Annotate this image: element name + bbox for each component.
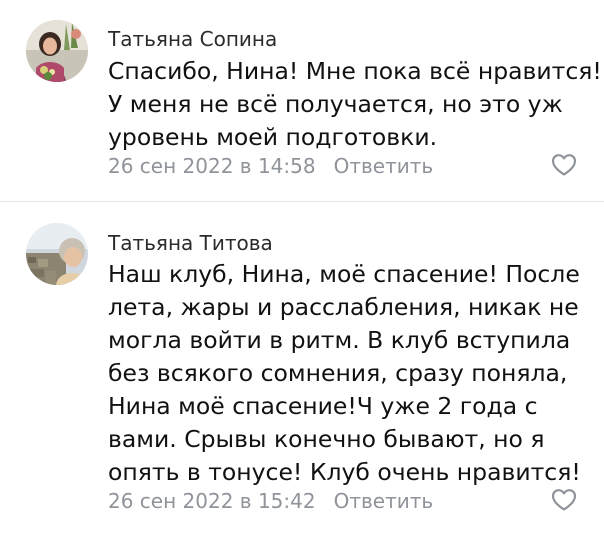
comment: Татьяна Сопина Спасибо, Нина! Мне пока в…	[0, 0, 604, 200]
comment-text-line: У меня не всё получается, но это уж	[108, 90, 563, 118]
comment-text: Наш клуб, Нина, моё спасение! После лета…	[108, 258, 588, 489]
avatar-photo	[26, 20, 88, 82]
comment-author[interactable]: Татьяна Титова	[108, 231, 273, 255]
comment-author[interactable]: Татьяна Сопина	[108, 27, 277, 51]
comment-text: Спасибо, Нина! Мне пока всё нравится! У …	[108, 55, 602, 154]
comment-text-line: опять в тонусе! Клуб очень нравится!	[108, 458, 581, 486]
comment-text-line: уровень моей подготовки.	[108, 123, 438, 151]
avatar[interactable]	[26, 223, 88, 285]
comment-text-line: могла войти в ритм. В клуб вступила	[108, 326, 571, 354]
comment: Татьяна Титова Наш клуб, Нина, моё спасе…	[0, 202, 604, 537]
comment-text-line: Наш клуб, Нина, моё спасение! После	[108, 260, 580, 288]
heart-outline-icon[interactable]	[551, 153, 577, 177]
comment-text-line: Спасибо, Нина! Мне пока всё нравится!	[108, 57, 602, 85]
comment-text-line: вами. Срывы конечно бывают, но я	[108, 425, 545, 453]
avatar-photo	[26, 223, 88, 285]
comment-text-line: без всякого сомнения, сразу поняла,	[108, 359, 568, 387]
heart-outline-icon[interactable]	[551, 488, 577, 512]
reply-button[interactable]: Ответить	[334, 154, 434, 178]
comment-date[interactable]: 26 сен 2022 в 14:58	[108, 154, 316, 178]
reply-button[interactable]: Ответить	[334, 489, 434, 513]
avatar[interactable]	[26, 20, 88, 82]
comment-meta: 26 сен 2022 в 14:58 Ответить	[108, 154, 433, 178]
comment-text-line: лета, жары и расслабления, никак не	[108, 293, 579, 321]
comment-text-line: Нина моё спасение!Ч уже 2 года с	[108, 392, 538, 420]
comment-meta: 26 сен 2022 в 15:42 Ответить	[108, 489, 433, 513]
comment-date[interactable]: 26 сен 2022 в 15:42	[108, 489, 316, 513]
